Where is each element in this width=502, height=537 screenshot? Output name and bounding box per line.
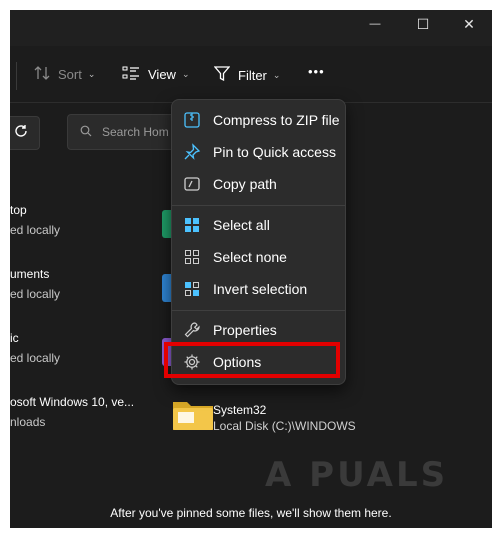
minimize-icon: — <box>369 18 381 30</box>
quick-access-name: ic <box>10 331 19 345</box>
pin-icon <box>182 142 202 162</box>
filter-label: Filter <box>238 67 267 83</box>
system32-name: System32 <box>213 403 267 417</box>
menu-item-label: Invert selection <box>213 281 308 297</box>
menu-item-label: Copy path <box>213 176 277 192</box>
menu-item-select-none[interactable]: Select none <box>176 242 341 272</box>
menu-separator <box>172 310 345 311</box>
search-placeholder: Search Hom <box>102 125 169 139</box>
quick-access-status: nloads <box>10 415 46 429</box>
quick-access-item[interactable]: uments ed locally <box>10 267 60 301</box>
menu-item-invert-selection[interactable]: Invert selection <box>176 274 341 304</box>
menu-item-label: Pin to Quick access <box>213 144 336 160</box>
more-options-button[interactable]: ••• <box>308 64 325 79</box>
toolbar-divider <box>16 62 17 90</box>
quick-access-item[interactable]: osoft Windows 10, ve... nloads <box>10 395 134 429</box>
system32-folder-icon[interactable] <box>172 398 214 437</box>
menu-item-label: Properties <box>213 322 277 338</box>
quick-access-status: ed locally <box>10 287 61 301</box>
quick-access-item[interactable]: ic ed locally <box>10 331 60 365</box>
copy-path-icon <box>182 174 202 194</box>
wrench-icon <box>182 320 202 340</box>
options-highlight-box <box>164 342 340 378</box>
menu-item-label: Select none <box>213 249 287 265</box>
appuals-watermark: A PUALS <box>265 455 449 495</box>
more-options-icon: ••• <box>308 64 325 79</box>
chevron-down-icon: ⌄ <box>87 69 96 79</box>
quick-access-name: osoft Windows 10, ve... <box>10 395 135 409</box>
refresh-button[interactable] <box>10 116 40 150</box>
close-button[interactable]: ✕ <box>446 10 492 38</box>
sort-icon <box>34 66 50 83</box>
menu-item-compress-zip[interactable]: Compress to ZIP file <box>176 105 341 135</box>
menu-item-properties[interactable]: Properties <box>176 315 341 345</box>
sort-label: Sort <box>58 67 82 82</box>
title-bar: — ☐ ✕ <box>10 10 492 46</box>
maximize-icon: ☐ <box>416 15 430 32</box>
sort-button[interactable]: Sort ⌄ <box>34 66 95 83</box>
refresh-icon <box>14 124 28 143</box>
view-button[interactable]: View ⌄ <box>122 66 190 83</box>
select-none-icon <box>182 247 202 267</box>
chevron-down-icon: ⌄ <box>272 69 281 80</box>
menu-item-label: Compress to ZIP file <box>213 112 340 128</box>
menu-item-pin-quick-access[interactable]: Pin to Quick access <box>176 137 341 167</box>
quick-access-name: uments <box>10 267 50 281</box>
view-icon <box>122 66 140 83</box>
select-all-icon <box>182 215 202 235</box>
close-icon: ✕ <box>463 15 475 32</box>
view-label: View <box>148 67 176 82</box>
menu-item-label: Select all <box>213 217 270 233</box>
menu-item-copy-path[interactable]: Copy path <box>176 169 341 199</box>
quick-access-name: top <box>10 203 27 217</box>
empty-pinned-message: After you've pinned some files, we'll sh… <box>110 506 392 520</box>
system32-path: Local Disk (C:)\WINDOWS <box>213 419 356 433</box>
search-icon <box>80 125 92 140</box>
menu-separator <box>172 205 345 206</box>
zip-file-icon <box>182 110 202 130</box>
filter-button[interactable]: Filter ⌄ <box>213 66 281 84</box>
command-bar: Sort ⌄ View ⌄ Filter ⌄ ••• <box>10 50 492 103</box>
maximize-button[interactable]: ☐ <box>400 10 446 38</box>
quick-access-status: ed locally <box>10 351 61 365</box>
minimize-button[interactable]: — <box>352 10 398 38</box>
quick-access-status: ed locally <box>10 223 61 237</box>
menu-item-select-all[interactable]: Select all <box>176 210 341 240</box>
invert-selection-icon <box>182 279 202 299</box>
chevron-down-icon: ⌄ <box>181 69 190 79</box>
quick-access-item[interactable]: top ed locally <box>10 203 60 237</box>
filter-icon <box>213 66 231 84</box>
